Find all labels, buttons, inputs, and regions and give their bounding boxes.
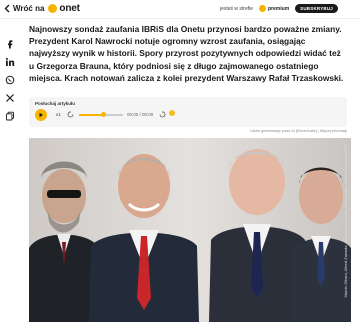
social-share-bar [4, 38, 18, 128]
volume-icon[interactable] [169, 110, 175, 116]
politicians-collage [29, 138, 351, 322]
playback-rate[interactable]: x1 [56, 112, 61, 117]
article-photo: Marcin Obara, Albert Zawada, Leszek Szym… [29, 138, 351, 322]
copy-icon[interactable] [4, 110, 16, 122]
photo-credit: Marcin Obara, Albert Zawada, Leszek Szym… [343, 144, 348, 298]
back-link[interactable]: Wróć na onet [4, 3, 80, 14]
premium-icon [259, 5, 267, 12]
article-lead: Najnowszy sondaż zaufania IBRiS dla Onet… [29, 24, 344, 83]
top-right-group: jesteś w strefie premium SUBSKRYBUJ [220, 4, 338, 13]
back-label: Wróć na [13, 4, 45, 13]
whatsapp-icon[interactable] [4, 74, 16, 86]
premium-zone-prefix: jesteś w strefie [219, 5, 254, 12]
rewind-icon[interactable] [67, 111, 74, 118]
brand-name: onet [59, 3, 80, 14]
premium-label: premium [268, 5, 290, 12]
player-label: Posłuchaj artykułu [35, 101, 76, 106]
progress-fill [79, 114, 104, 116]
progress-slider[interactable] [79, 112, 123, 117]
subscribe-button[interactable]: SUBSKRYBUJ [295, 4, 338, 13]
facebook-icon[interactable] [4, 38, 16, 50]
x-icon[interactable] [4, 92, 16, 104]
play-icon [39, 112, 43, 118]
linkedin-icon[interactable] [4, 56, 16, 68]
premium-badge[interactable]: premium [259, 5, 289, 12]
player-credit: Lektor generowany przez AI (ElevenLabs) … [250, 129, 347, 133]
audio-player: Posłuchaj artykułu x1 00:00 / 00:00 [29, 97, 347, 127]
onet-logo: onet [48, 3, 80, 14]
premium-zone-text: jesteś w strefie [220, 6, 253, 12]
progress-knob[interactable] [100, 112, 106, 117]
top-bar: Wróć na onet jesteś w strefie premium SU… [0, 0, 360, 19]
chevron-left-icon [4, 4, 10, 13]
forward-icon[interactable] [159, 111, 166, 118]
onet-logo-dot [48, 4, 58, 13]
play-button[interactable] [35, 109, 47, 121]
time-readout: 00:00 / 00:00 [127, 112, 154, 117]
